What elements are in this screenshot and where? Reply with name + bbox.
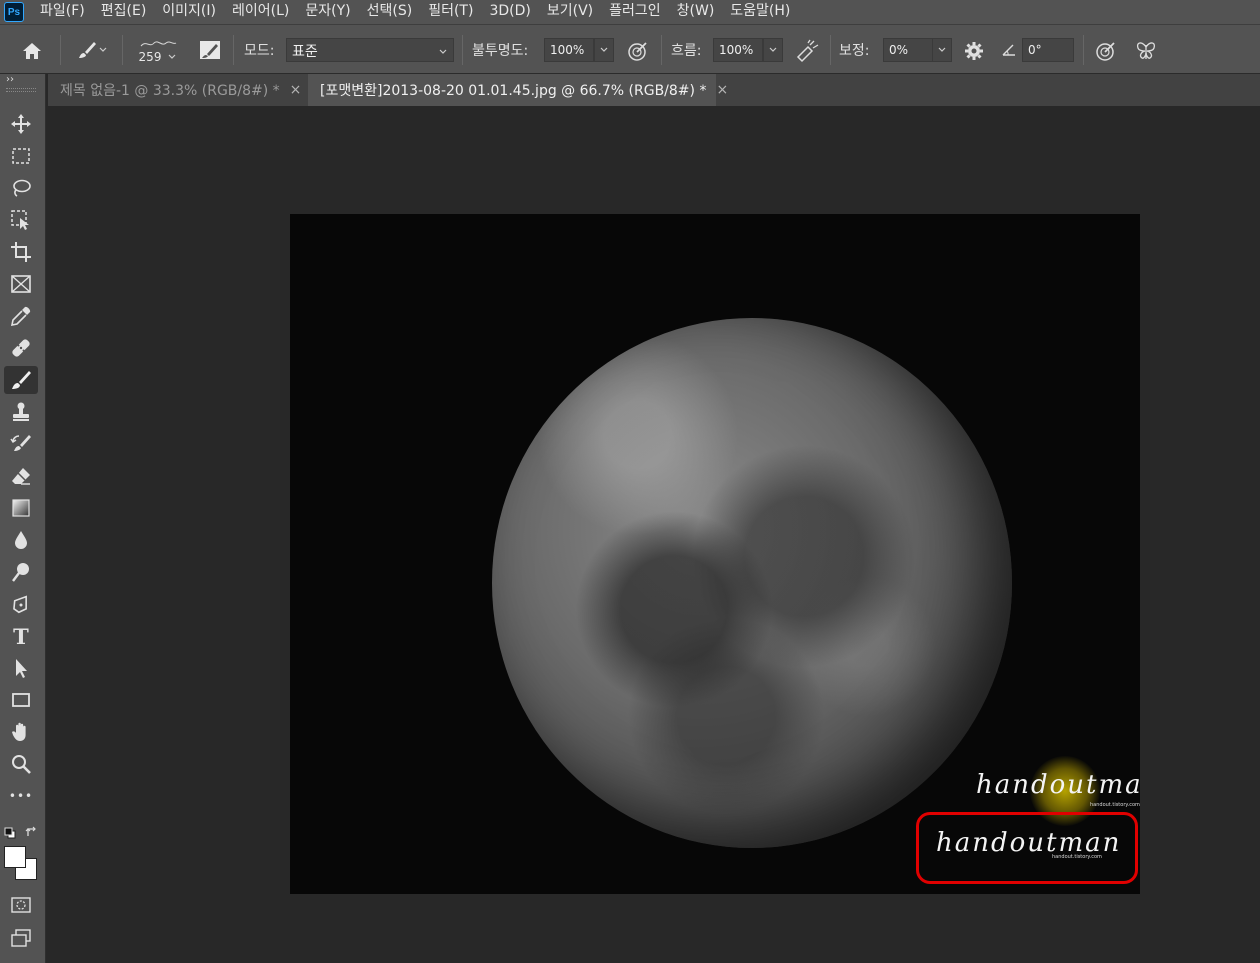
default-colors-icon[interactable]: [3, 826, 17, 840]
brush-size-value: 259: [138, 50, 162, 64]
lasso-tool-icon[interactable]: [4, 174, 38, 202]
close-icon[interactable]: ×: [716, 82, 728, 98]
zoom-tool-icon[interactable]: [4, 750, 38, 778]
menu-bar: Ps 파일(F) 편집(E) 이미지(I) 레이어(L) 문자(Y) 선택(S)…: [0, 0, 1260, 24]
more-tools-icon[interactable]: •••: [4, 782, 38, 810]
document-tabs: 제목 없음-1 @ 33.3% (RGB/8#) * × [포맷변환]2013-…: [48, 74, 1260, 106]
tab-label: [포맷변환]2013-08-20 01.01.45.jpg @ 66.7% (R…: [320, 83, 707, 99]
smoothing-dropdown[interactable]: [932, 38, 952, 62]
angle-icon: [998, 38, 1020, 62]
collapse-panel-button[interactable]: ››: [6, 74, 14, 85]
chevron-down-icon: [99, 47, 107, 52]
pen-tool-icon[interactable]: [4, 590, 38, 618]
opacity-dropdown[interactable]: [594, 38, 614, 62]
move-tool-icon[interactable]: [4, 110, 38, 138]
object-selection-tool-icon[interactable]: [4, 206, 38, 234]
eraser-tool-icon[interactable]: [4, 462, 38, 490]
menu-select[interactable]: 선택(S): [359, 0, 421, 24]
home-icon[interactable]: [18, 38, 46, 64]
history-brush-tool-icon[interactable]: [4, 430, 38, 458]
menu-window[interactable]: 창(W): [669, 0, 723, 24]
tab-label: 제목 없음-1 @ 33.3% (RGB/8#) *: [60, 83, 280, 99]
close-icon[interactable]: ×: [290, 82, 302, 98]
marquee-tool-icon[interactable]: [4, 142, 38, 170]
opacity-label: 불투명도:: [472, 43, 529, 59]
symmetry-butterfly-icon[interactable]: [1132, 37, 1160, 65]
watermark-upper: handoutman: [976, 770, 1140, 800]
tools-panel: ›› T •••: [0, 74, 46, 963]
menu-file[interactable]: 파일(F): [32, 0, 93, 24]
brush-preset-picker[interactable]: 259: [130, 31, 186, 71]
tab-untitled-1[interactable]: 제목 없음-1 @ 33.3% (RGB/8#) * ×: [48, 74, 306, 106]
tool-preset-picker[interactable]: [70, 37, 114, 63]
pressure-opacity-icon[interactable]: [624, 37, 652, 65]
photoshop-logo-icon[interactable]: Ps: [4, 2, 24, 22]
flow-dropdown[interactable]: [763, 38, 783, 62]
gradient-tool-icon[interactable]: [4, 494, 38, 522]
smoothing-input[interactable]: 0%: [883, 38, 933, 62]
swap-colors-icon[interactable]: [24, 824, 40, 840]
watermark-upper-sub: handout.tistory.com: [1090, 802, 1140, 808]
clone-stamp-tool-icon[interactable]: [4, 398, 38, 426]
flow-label: 흐름:: [671, 43, 702, 59]
canvas-workspace[interactable]: handoutman handout.tistory.com handoutma…: [47, 106, 1260, 963]
menu-edit[interactable]: 편집(E): [93, 0, 155, 24]
chevron-down-icon: [600, 47, 608, 52]
airbrush-icon[interactable]: [792, 37, 822, 65]
menu-help[interactable]: 도움말(H): [722, 0, 798, 24]
brush-preset-icon: [79, 42, 96, 58]
screen-mode-icon[interactable]: [4, 924, 38, 952]
type-tool-icon[interactable]: T: [4, 622, 38, 650]
crop-tool-icon[interactable]: [4, 238, 38, 266]
blur-tool-icon[interactable]: [4, 526, 38, 554]
gear-icon[interactable]: [960, 37, 988, 65]
options-bar: 259 모드: 표준 불투명도: 100% 흐름: 100% 보정: 0% 0°: [0, 24, 1260, 74]
menu-type[interactable]: 문자(Y): [297, 0, 358, 24]
menu-3d[interactable]: 3D(D): [481, 0, 538, 24]
moon-photo: [492, 318, 1012, 848]
angle-input[interactable]: 0°: [1022, 38, 1074, 62]
brush-stroke-preview-icon: [140, 41, 177, 47]
menu-image[interactable]: 이미지(I): [154, 0, 224, 24]
quick-mask-icon[interactable]: [4, 891, 38, 919]
chevron-down-icon: [938, 47, 946, 52]
dodge-tool-icon[interactable]: [4, 558, 38, 586]
mode-value: 표준: [292, 44, 318, 60]
hand-tool-icon[interactable]: [4, 718, 38, 746]
document-canvas[interactable]: handoutman handout.tistory.com handoutma…: [290, 214, 1140, 894]
frame-tool-icon[interactable]: [4, 270, 38, 298]
pressure-size-icon[interactable]: [1092, 37, 1120, 65]
chevron-down-icon: [439, 49, 447, 54]
opacity-input[interactable]: 100%: [544, 38, 594, 62]
path-selection-tool-icon[interactable]: [4, 654, 38, 682]
photoshop-window: Ps 파일(F) 편집(E) 이미지(I) 레이어(L) 문자(Y) 선택(S)…: [0, 0, 1260, 963]
rectangle-tool-icon[interactable]: [4, 686, 38, 714]
flow-input[interactable]: 100%: [713, 38, 763, 62]
chevron-down-icon: [769, 47, 777, 52]
mode-label: 모드:: [244, 43, 275, 59]
tab-moon-photo[interactable]: [포맷변환]2013-08-20 01.01.45.jpg @ 66.7% (R…: [308, 74, 728, 106]
brush-tool-icon[interactable]: [4, 366, 38, 394]
type-tool-glyph: T: [13, 623, 29, 649]
menu-filter[interactable]: 필터(T): [420, 0, 481, 24]
mode-select[interactable]: 표준: [286, 38, 454, 62]
healing-brush-tool-icon[interactable]: [4, 334, 38, 362]
highlight-annotation-box: [916, 812, 1138, 884]
menu-layer[interactable]: 레이어(L): [224, 0, 297, 24]
menu-view[interactable]: 보기(V): [539, 0, 601, 24]
panel-grip[interactable]: [6, 88, 36, 92]
smoothing-label: 보정:: [839, 43, 870, 59]
brush-settings-panel-icon[interactable]: [196, 36, 224, 64]
more-tools-glyph: •••: [8, 789, 34, 803]
eyedropper-tool-icon[interactable]: [4, 302, 38, 330]
menu-plugins[interactable]: 플러그인: [601, 0, 669, 24]
foreground-color-swatch[interactable]: [4, 846, 26, 868]
chevron-down-icon: [169, 54, 176, 59]
